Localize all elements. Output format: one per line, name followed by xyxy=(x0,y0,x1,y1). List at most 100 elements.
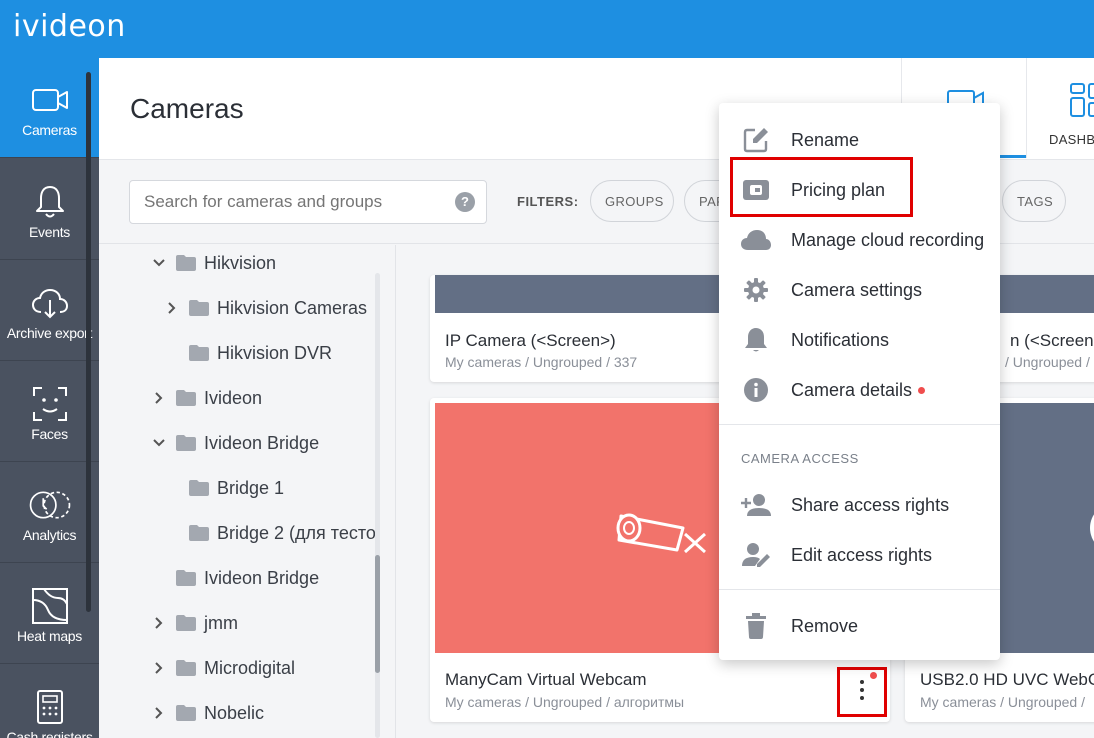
tree-item-label: Bridge 1 xyxy=(217,477,285,498)
folder-icon xyxy=(189,345,209,361)
sidebar-item-heat-maps[interactable]: Heat maps xyxy=(0,564,99,664)
tree-item[interactable]: Nobelic xyxy=(152,699,264,727)
sidebar-item-faces[interactable]: Faces xyxy=(0,362,99,462)
info-icon xyxy=(739,377,773,403)
camera-path: My cameras / Ungrouped / 337 xyxy=(445,354,638,370)
tree-item-label: Ivideon Bridge xyxy=(204,567,320,588)
filters-label: FILTERS: xyxy=(517,194,579,209)
more-vertical-icon xyxy=(858,680,866,700)
sidebar-label: Events xyxy=(29,224,70,240)
ivideon-logo[interactable]: ivideon xyxy=(13,9,126,44)
trash-icon xyxy=(739,613,773,639)
camera-name: USB2.0 HD UVC WebCa xyxy=(920,670,1094,689)
folder-icon xyxy=(176,255,196,271)
tab-dashboard[interactable]: DASHB xyxy=(1026,58,1094,158)
menu-item-label: Edit access rights xyxy=(791,545,933,565)
sidebar-item-analytics[interactable]: Analytics xyxy=(0,463,99,563)
camera-name: n (<Screen>) xyxy=(1010,331,1094,350)
cash-register-icon xyxy=(28,685,72,729)
tree-item[interactable]: Ivideon Bridge xyxy=(152,429,319,457)
notification-dot xyxy=(918,387,925,394)
sidebar-label: Heat maps xyxy=(17,628,82,644)
sidebar-scrollbar[interactable] xyxy=(86,72,91,612)
chevron-right-icon[interactable] xyxy=(152,391,166,405)
tree-item[interactable]: Hikvision xyxy=(152,249,276,277)
sidebar-item-cash-registers[interactable]: Cash registers xyxy=(0,665,99,738)
folder-icon xyxy=(189,525,209,541)
sidebar-item-archive-export[interactable]: Archive export xyxy=(0,261,99,361)
sidebar-item-events[interactable]: Events xyxy=(0,160,99,260)
tree-item-label: Microdigital xyxy=(204,657,296,678)
menu-item-label: Notifications xyxy=(791,330,890,350)
menu-item-edit-access-rights[interactable]: Edit access rights xyxy=(719,530,1000,580)
cloud-icon xyxy=(739,227,773,253)
tree-item-label: Ivideon xyxy=(204,387,263,408)
page-title: Cameras xyxy=(130,93,244,124)
tree-item-label: Bridge 2 (для тесто xyxy=(217,522,376,543)
camera-path: My cameras / Ungrouped / алгоритмы xyxy=(445,694,685,710)
tree-item[interactable]: Microdigital xyxy=(152,654,295,682)
add-person-icon xyxy=(739,492,773,518)
folder-icon xyxy=(176,390,196,406)
menu-item-camera-details[interactable]: Camera details xyxy=(719,365,1000,415)
edit-person-icon xyxy=(739,542,773,568)
folder-icon xyxy=(176,435,196,451)
tree-item-label: jmm xyxy=(204,612,238,633)
tree-item[interactable]: Hikvision Cameras xyxy=(165,294,367,322)
folder-icon xyxy=(189,300,209,316)
menu-item-label: Camera settings xyxy=(791,280,923,300)
filter-chip-tags[interactable]: TAGS xyxy=(1002,180,1066,222)
menu-item-label: Manage cloud recording xyxy=(791,230,985,250)
menu-item-label: Camera details xyxy=(791,380,913,400)
chevron-right-icon[interactable] xyxy=(152,661,166,675)
notification-dot xyxy=(870,672,877,679)
help-icon[interactable]: ? xyxy=(455,192,475,212)
tree-item[interactable]: Bridge 1 xyxy=(165,474,284,502)
gear-icon xyxy=(739,277,773,303)
chevron-right-icon[interactable] xyxy=(152,616,166,630)
camera-more-button[interactable] xyxy=(837,667,887,717)
camera-name: IP Camera (<Screen>) xyxy=(445,331,616,350)
tree-item[interactable]: Ivideon Bridge xyxy=(152,564,319,592)
top-bar: ivideon xyxy=(0,0,1094,58)
chevron-right-icon[interactable] xyxy=(165,301,179,315)
menu-item-camera-settings[interactable]: Camera settings xyxy=(719,265,1000,315)
menu-divider xyxy=(719,589,1000,590)
menu-item-manage-cloud-recording[interactable]: Manage cloud recording xyxy=(719,215,1000,265)
search-input[interactable] xyxy=(129,180,487,224)
menu-item-label: Remove xyxy=(791,616,859,636)
sidebar-label: Cash registers xyxy=(6,729,93,738)
camera-path: My cameras / Ungrouped / xyxy=(920,694,1085,710)
bell-icon xyxy=(28,180,72,224)
folder-icon xyxy=(189,480,209,496)
camera-icon xyxy=(28,78,72,122)
menu-item-share-access-rights[interactable]: Share access rights xyxy=(719,480,1000,530)
sidebar-label: Cameras xyxy=(22,122,77,138)
edit-icon xyxy=(739,127,773,153)
sidebar-label: Archive export xyxy=(6,325,93,341)
menu-item-label: Rename xyxy=(791,130,860,150)
tab-label: DASHB xyxy=(1049,132,1094,147)
pricing-plan-highlight xyxy=(730,157,913,217)
face-scan-icon xyxy=(28,382,72,426)
folder-icon xyxy=(176,615,196,631)
sidebar: Cameras Events Archive export Faces Anal… xyxy=(0,58,99,738)
tree-item[interactable]: Ivideon xyxy=(152,384,262,412)
menu-item-notifications[interactable]: Notifications xyxy=(719,315,1000,365)
filter-chip-groups[interactable]: GROUPS xyxy=(590,180,674,222)
tree-item[interactable]: Bridge 2 (для тесто xyxy=(165,519,376,547)
play-icon[interactable] xyxy=(1090,503,1094,553)
menu-item-label: Share access rights xyxy=(791,495,950,515)
menu-item-remove[interactable]: Remove xyxy=(719,601,1000,651)
group-tree: Hikvision Hikvision Cameras Hikvision DV… xyxy=(99,245,396,738)
chevron-down-icon[interactable] xyxy=(152,256,166,270)
sidebar-item-cameras[interactable]: Cameras xyxy=(0,58,99,158)
camera-name: ManyCam Virtual Webcam xyxy=(445,670,647,689)
tree-item[interactable]: Hikvision DVR xyxy=(165,339,332,367)
folder-icon xyxy=(176,705,196,721)
tree-scrollbar-thumb[interactable] xyxy=(375,555,380,673)
tree-item[interactable]: jmm xyxy=(152,609,238,637)
camera-path: / Ungrouped / xyxy=(1005,354,1090,370)
chevron-right-icon[interactable] xyxy=(152,706,166,720)
chevron-down-icon[interactable] xyxy=(152,436,166,450)
